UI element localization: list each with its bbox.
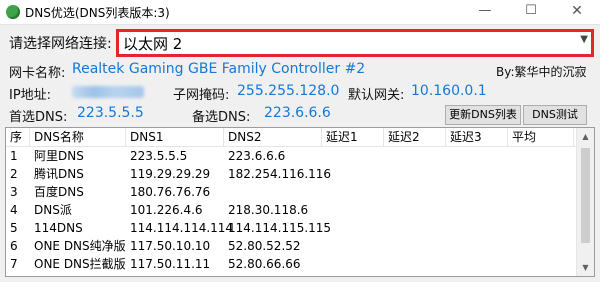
table-row[interactable]: 6 ONE DNS纯净版 117.50.10.10 52.80.52.52: [6, 237, 576, 255]
close-button[interactable]: ✕: [554, 0, 600, 24]
table-row[interactable]: 7 ONE DNS拦截版 117.50.11.11 52.80.66.66: [6, 255, 576, 273]
cell-dns1: 223.5.5.5: [130, 149, 188, 163]
ip-address-redacted: [72, 86, 144, 98]
subnet-mask-value: 255.255.128.0: [237, 83, 340, 99]
cell-name: 百度DNS: [34, 185, 84, 199]
cell-name: 腾讯DNS: [34, 167, 84, 181]
app-icon: [6, 5, 20, 19]
minimize-button[interactable]: —: [462, 0, 508, 24]
table-row[interactable]: 4 DNS派 101.226.4.6 218.30.118.6: [6, 201, 576, 219]
column-header-index[interactable]: 序: [6, 128, 30, 146]
scrollbar-thumb[interactable]: [581, 148, 590, 243]
primary-dns-label: 首选DNS:: [9, 110, 68, 125]
scroll-up-arrow-icon[interactable]: ▲: [577, 128, 594, 145]
cell-dns1: 119.29.29.29: [130, 167, 211, 181]
cell-name: ONE DNS拦截版: [34, 257, 126, 271]
table-row[interactable]: 5 114DNS 114.114.114.114 114.114.115.115: [6, 219, 576, 237]
cell-dns1: 180.76.76.76: [130, 185, 211, 199]
cell-name: DNS派: [34, 203, 72, 217]
secondary-dns-value: 223.6.6.6: [264, 105, 331, 121]
column-header-latency3[interactable]: 延迟3: [446, 128, 508, 146]
cell-dns2: 52.80.52.52: [228, 239, 301, 253]
connection-select[interactable]: 以太网 2 ▼: [116, 29, 594, 57]
adapter-name: Realtek Gaming GBE Family Controller #2: [72, 61, 366, 77]
dns-table[interactable]: 序 DNS名称 DNS1 DNS2 延迟1 延迟2 延迟3 平均 1 阿里DNS…: [5, 127, 595, 277]
table-header: 序 DNS名称 DNS1 DNS2 延迟1 延迟2 延迟3 平均: [6, 128, 576, 147]
column-header-dns1[interactable]: DNS1: [126, 128, 224, 146]
primary-dns-value: 223.5.5.5: [77, 105, 144, 121]
maximize-button[interactable]: ☐: [508, 0, 554, 24]
cell-dns2: 218.30.118.6: [228, 203, 309, 217]
ip-label: IP地址:: [9, 88, 52, 103]
cell-dns2: 182.254.116.116: [228, 167, 332, 181]
cell-name: 阿里DNS: [34, 149, 84, 163]
connection-label: 请选择网络连接:: [9, 36, 112, 52]
connection-selected-value: 以太网 2: [123, 35, 183, 53]
column-header-latency2[interactable]: 延迟2: [384, 128, 446, 146]
cell-dns1: 117.50.10.10: [130, 239, 211, 253]
adapter-label: 网卡名称:: [9, 66, 66, 81]
cell-dns1: 101.226.4.6: [130, 203, 203, 217]
chevron-down-icon[interactable]: ▼: [580, 34, 588, 45]
secondary-dns-label: 备选DNS:: [192, 110, 251, 125]
column-header-latency1[interactable]: 延迟1: [322, 128, 384, 146]
cell-dns2: 223.6.6.6: [228, 149, 286, 163]
table-row[interactable]: 3 百度DNS 180.76.76.76: [6, 183, 576, 201]
cell-dns2: [224, 183, 326, 201]
column-header-name[interactable]: DNS名称: [30, 128, 126, 146]
gateway-label: 默认网关:: [348, 88, 405, 103]
gateway-value: 10.160.0.1: [411, 83, 487, 99]
column-header-average[interactable]: 平均: [508, 128, 574, 146]
cell-dns2: 52.80.66.66: [228, 257, 301, 271]
vertical-scrollbar[interactable]: ▲ ▼: [576, 128, 594, 276]
scroll-down-arrow-icon[interactable]: ▼: [577, 259, 594, 276]
subnet-mask-label: 子网掩码:: [173, 88, 230, 103]
update-dns-list-button[interactable]: 更新DNS列表: [445, 105, 521, 125]
cell-dns1: 117.50.11.11: [130, 257, 211, 271]
cell-name: 114DNS: [34, 221, 83, 235]
table-row[interactable]: 1 阿里DNS 223.5.5.5 223.6.6.6: [6, 147, 576, 165]
cell-dns2: 114.114.115.115: [228, 221, 332, 235]
cell-dns1: 114.114.114.114: [130, 221, 234, 235]
dns-test-button[interactable]: DNS测试: [523, 105, 587, 125]
table-row[interactable]: 2 腾讯DNS 119.29.29.29 182.254.116.116: [6, 165, 576, 183]
cell-name: ONE DNS纯净版: [34, 239, 126, 253]
window-title: DNS优选(DNS列表版本:3): [25, 6, 170, 20]
title-bar: DNS优选(DNS列表版本:3) — ☐ ✕: [0, 0, 600, 25]
column-header-dns2[interactable]: DNS2: [224, 128, 322, 146]
author-credit: By:繁华中的沉寂: [496, 65, 587, 79]
